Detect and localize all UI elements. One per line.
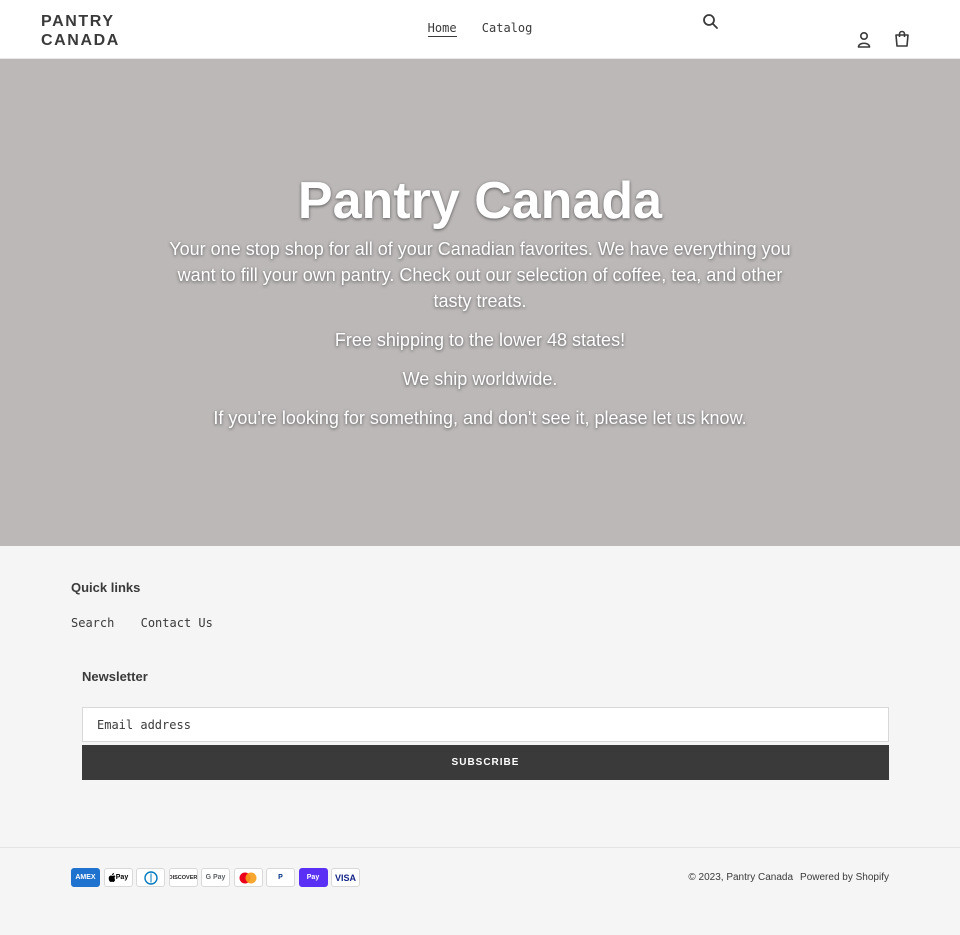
subscribe-button[interactable]: SUBSCRIBE — [82, 745, 889, 780]
quick-links: Search Contact Us — [71, 616, 232, 630]
user-icon[interactable] — [854, 30, 874, 50]
apple-pay-label: Pay — [115, 874, 129, 881]
nav-link-catalog[interactable]: Catalog — [482, 21, 533, 36]
main-nav: Home Catalog — [0, 21, 960, 37]
amex-icon: AMEX — [71, 868, 100, 887]
hero-paragraph-intro: Your one stop shop for all of your Canad… — [169, 239, 791, 311]
hero-paragraph-contact: If you're looking for something, and don… — [213, 408, 747, 428]
mastercard-icon — [233, 868, 263, 887]
footer-link-search[interactable]: Search — [71, 616, 114, 630]
copyright: © 2023, Pantry Canada Powered by Shopify — [688, 872, 889, 883]
discover-icon: DISCOVER — [168, 868, 198, 887]
powered-by-link[interactable]: Powered by Shopify — [800, 872, 889, 883]
email-field[interactable] — [82, 707, 889, 742]
paypal-icon: P — [266, 868, 295, 887]
diners-club-icon — [136, 868, 165, 887]
apple-pay-icon: Pay — [103, 868, 133, 887]
footer-link-contact[interactable]: Contact Us — [141, 616, 213, 630]
site-footer: Quick links Search Contact Us Newsletter… — [0, 546, 960, 847]
payment-icons: AMEX Pay DISCOVER G Pay P Pay VISA — [71, 868, 364, 887]
google-pay-icon: G Pay — [201, 868, 230, 887]
visa-icon: VISA — [331, 868, 360, 887]
newsletter-title: Newsletter — [82, 669, 148, 684]
copyright-link[interactable]: © 2023, Pantry Canada — [688, 872, 793, 883]
hero-paragraph-shipping: Free shipping to the lower 48 states! — [334, 330, 626, 350]
hero-text: Your one stop shop for all of your Canad… — [160, 236, 800, 444]
hero-banner: Pantry Canada Your one stop shop for all… — [0, 59, 960, 546]
quick-links-title: Quick links — [71, 580, 141, 595]
shop-pay-icon: Pay — [298, 868, 328, 887]
hero-title: Pantry Canada — [297, 172, 663, 230]
footer-bottom-bar: AMEX Pay DISCOVER G Pay P Pay VISA © 202… — [0, 847, 960, 935]
site-header: PANTRY CANADA Home Catalog — [0, 0, 960, 59]
hero-paragraph-worldwide: We ship worldwide. — [402, 369, 558, 389]
search-icon[interactable] — [701, 12, 721, 32]
cart-icon[interactable] — [892, 29, 912, 49]
nav-link-home[interactable]: Home — [427, 21, 457, 37]
